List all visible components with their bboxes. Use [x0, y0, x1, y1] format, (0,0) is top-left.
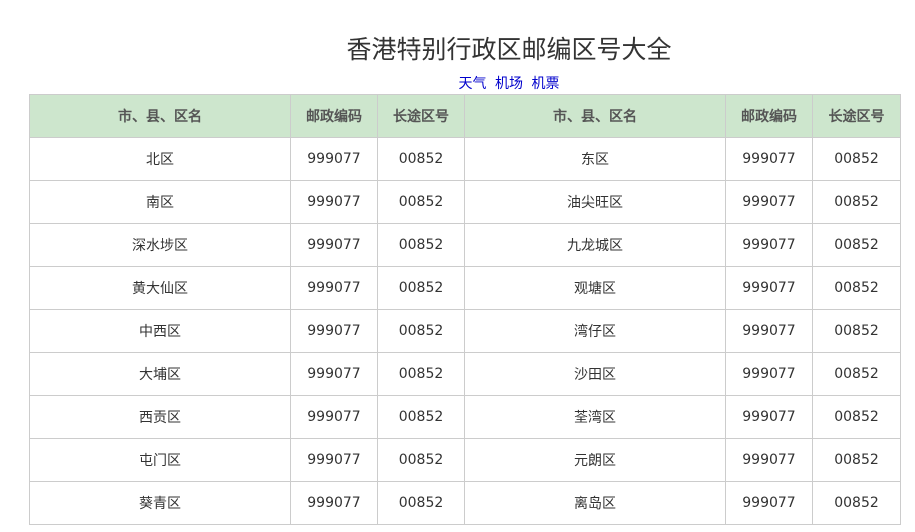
district-cell: 元朗区 — [464, 438, 726, 482]
postal-code-cell: 999077 — [725, 309, 813, 353]
table-row: 中西区 999077 00852 湾仔区 999077 00852 — [29, 309, 901, 353]
postal-code-cell: 999077 — [290, 395, 378, 439]
postal-code-cell: 999077 — [290, 438, 378, 482]
district-cell: 九龙城区 — [464, 223, 726, 267]
postal-code-cell: 999077 — [725, 180, 813, 224]
table-row: 葵青区 999077 00852 离岛区 999077 00852 — [29, 481, 901, 525]
postal-code-cell: 999077 — [290, 180, 378, 224]
district-cell: 南区 — [29, 180, 291, 224]
flight-tickets-link[interactable]: 机票 — [531, 76, 559, 92]
area-code-cell: 00852 — [377, 395, 465, 439]
district-cell: 观塘区 — [464, 266, 726, 310]
area-code-cell: 00852 — [377, 309, 465, 353]
district-cell: 中西区 — [29, 309, 291, 353]
table-row: 屯门区 999077 00852 元朗区 999077 00852 — [29, 438, 901, 482]
district-cell: 沙田区 — [464, 352, 726, 396]
column-header-district: 市、县、区名 — [29, 94, 291, 138]
district-cell: 西贡区 — [29, 395, 291, 439]
postal-code-cell: 999077 — [725, 223, 813, 267]
table-row: 西贡区 999077 00852 荃湾区 999077 00852 — [29, 395, 901, 439]
postal-code-cell: 999077 — [725, 438, 813, 482]
district-cell: 屯门区 — [29, 438, 291, 482]
table-row: 南区 999077 00852 油尖旺区 999077 00852 — [29, 180, 901, 224]
column-header-area-code: 长途区号 — [812, 94, 901, 138]
quick-links: 天气 机场 机票 — [0, 75, 915, 93]
postal-code-cell: 999077 — [290, 266, 378, 310]
column-header-district: 市、县、区名 — [464, 94, 726, 138]
area-code-cell: 00852 — [812, 438, 901, 482]
postal-code-cell: 999077 — [725, 137, 813, 181]
district-cell: 黄大仙区 — [29, 266, 291, 310]
district-cell: 北区 — [29, 137, 291, 181]
table-row: 大埔区 999077 00852 沙田区 999077 00852 — [29, 352, 901, 396]
table-row: 黄大仙区 999077 00852 观塘区 999077 00852 — [29, 266, 901, 310]
district-cell: 大埔区 — [29, 352, 291, 396]
page-title: 香港特别行政区邮编区号大全 — [346, 35, 672, 64]
table-row: 深水埗区 999077 00852 九龙城区 999077 00852 — [29, 223, 901, 267]
area-code-cell: 00852 — [812, 309, 901, 353]
district-cell: 油尖旺区 — [464, 180, 726, 224]
weather-link[interactable]: 天气 — [459, 76, 487, 92]
postal-code-cell: 999077 — [290, 481, 378, 525]
district-cell: 葵青区 — [29, 481, 291, 525]
area-code-cell: 00852 — [377, 352, 465, 396]
area-code-cell: 00852 — [812, 395, 901, 439]
district-cell: 湾仔区 — [464, 309, 726, 353]
area-code-cell: 00852 — [377, 266, 465, 310]
postal-code-cell: 999077 — [290, 352, 378, 396]
postal-code-cell: 999077 — [725, 352, 813, 396]
area-code-cell: 00852 — [812, 481, 901, 525]
district-cell: 荃湾区 — [464, 395, 726, 439]
district-cell: 离岛区 — [464, 481, 726, 525]
table-header-row: 市、县、区名 邮政编码 长途区号 市、县、区名 邮政编码 长途区号 — [29, 94, 901, 138]
postal-code-cell: 999077 — [725, 395, 813, 439]
postal-code-cell: 999077 — [725, 481, 813, 525]
postal-code-cell: 999077 — [290, 137, 378, 181]
column-header-postal-code: 邮政编码 — [725, 94, 813, 138]
postal-code-cell: 999077 — [725, 266, 813, 310]
district-cell: 东区 — [464, 137, 726, 181]
area-code-cell: 00852 — [377, 180, 465, 224]
area-code-cell: 00852 — [812, 180, 901, 224]
page: 香港特别行政区邮编区号大全 天气 机场 机票 市、县、区名 邮政编码 长途区号 … — [0, 0, 915, 532]
area-code-cell: 00852 — [377, 481, 465, 525]
district-cell: 深水埗区 — [29, 223, 291, 267]
area-code-cell: 00852 — [812, 137, 901, 181]
area-code-cell: 00852 — [812, 223, 901, 267]
area-code-cell: 00852 — [377, 137, 465, 181]
area-code-cell: 00852 — [377, 438, 465, 482]
area-code-cell: 00852 — [377, 223, 465, 267]
postal-code-table: 市、县、区名 邮政编码 长途区号 市、县、区名 邮政编码 长途区号 北区 999… — [29, 94, 901, 525]
airport-link[interactable]: 机场 — [495, 76, 523, 92]
column-header-area-code: 长途区号 — [377, 94, 465, 138]
table-row: 北区 999077 00852 东区 999077 00852 — [29, 137, 901, 181]
postal-code-cell: 999077 — [290, 309, 378, 353]
area-code-cell: 00852 — [812, 266, 901, 310]
area-code-cell: 00852 — [812, 352, 901, 396]
postal-code-cell: 999077 — [290, 223, 378, 267]
column-header-postal-code: 邮政编码 — [290, 94, 378, 138]
